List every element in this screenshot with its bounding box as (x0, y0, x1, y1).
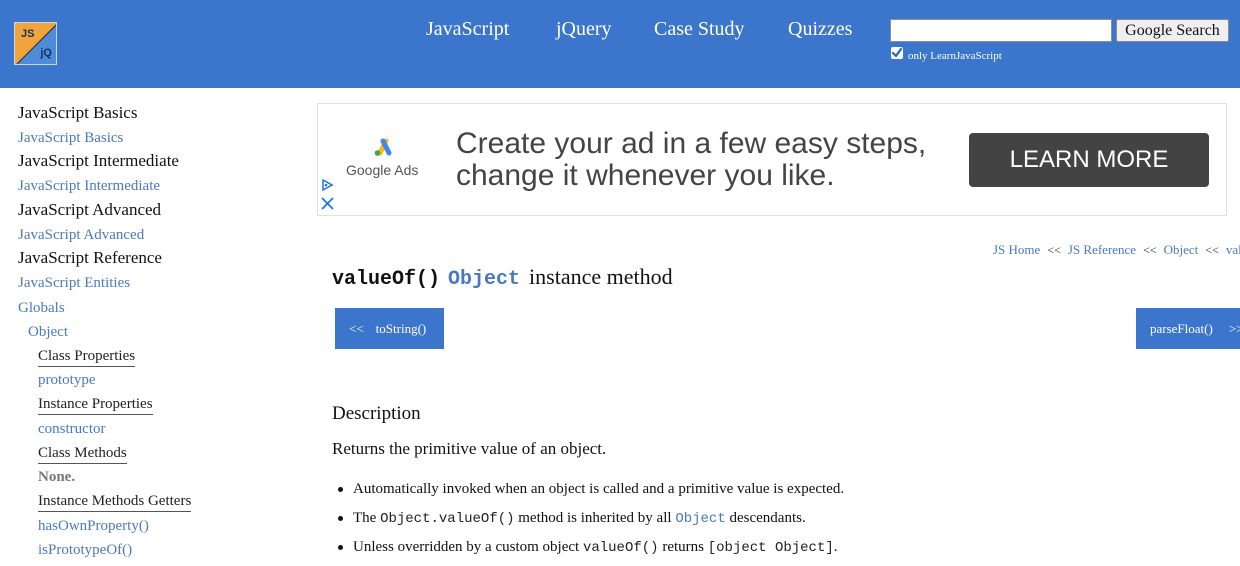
bullet-2-object-link[interactable]: Object (675, 511, 725, 527)
search-input[interactable] (890, 19, 1112, 42)
close-icon[interactable] (321, 197, 334, 215)
sidebar-heading-intermediate: JavaScript Intermediate (18, 151, 179, 170)
description-bullets: Automatically invoked when an object is … (336, 480, 844, 566)
breadcrumb-js-reference[interactable]: JS Reference (1068, 242, 1136, 257)
nav-case-study[interactable]: Case Study (654, 18, 745, 41)
sidebar-link-globals[interactable]: Globals (18, 299, 65, 317)
sidebar-link-intermediate[interactable]: JavaScript Intermediate (18, 177, 160, 195)
sidebar-link-advanced[interactable]: JavaScript Advanced (18, 226, 144, 244)
top-header: JS jQ JavaScript jQuery Case Study Quizz… (0, 0, 1240, 88)
learn-more-button[interactable]: LEARN MORE (969, 133, 1209, 187)
google-ads-icon (374, 138, 391, 156)
bullet-2-text-b: method is inherited by all (518, 510, 672, 526)
nav-quizzes[interactable]: Quizzes (788, 18, 852, 41)
sidebar-link-entities[interactable]: JavaScript Entities (18, 274, 130, 292)
description-heading: Description (332, 403, 421, 424)
site-logo[interactable]: JS jQ (14, 22, 57, 65)
prev-page-button[interactable]: << toString() (335, 308, 444, 349)
list-item: Unless overridden by a custom object val… (336, 538, 844, 556)
logo-jq-text: jQ (40, 47, 52, 59)
bullet-2-text-c: descendants. (729, 510, 806, 526)
sidebar-link-hasownproperty[interactable]: hasOwnProperty() (38, 517, 149, 535)
list-item: Automatically invoked when an object is … (336, 480, 844, 498)
bullet-2-text-a: The (353, 510, 377, 526)
nav-javascript[interactable]: JavaScript (426, 18, 509, 41)
breadcrumb-object[interactable]: Object (1164, 242, 1199, 257)
ad-headline-line-1: Create your ad in a few easy steps, (456, 127, 927, 160)
bullet-1-text: Automatically invoked when an object is … (353, 481, 845, 497)
title-method-name: valueOf() (332, 268, 441, 291)
only-learnjavascript-checkbox[interactable] (891, 47, 903, 59)
breadcrumb-separator: << (1143, 243, 1157, 257)
bullet-2-code: Object.valueOf() (380, 511, 515, 527)
breadcrumb-separator: << (1205, 243, 1219, 257)
ad-headline-line-2: change it whenever you like. (456, 159, 835, 192)
breadcrumb-js-home[interactable]: JS Home (993, 242, 1040, 257)
ad-headline: Create your ad in a few easy steps, chan… (456, 128, 956, 192)
sidebar-section-instance-methods-getters: Instance Methods Getters (38, 492, 192, 512)
sidebar-link-constructor[interactable]: constructor (38, 420, 105, 438)
sidebar-section-instance-properties: Instance Properties (38, 395, 153, 415)
sidebar-heading-reference: JavaScript Reference (18, 248, 162, 267)
sidebar-none-text: None. (38, 469, 76, 485)
bullet-3-text-b: returns (662, 539, 704, 555)
google-ads-logo: Google Ads (346, 138, 421, 178)
list-item: The Object.valueOf() method is inherited… (336, 509, 844, 527)
ad-choices-icon[interactable] (320, 178, 334, 197)
next-arrow: >> (1228, 321, 1240, 336)
sidebar-link-prototype[interactable]: prototype (38, 371, 96, 389)
title-object-link[interactable]: Object (448, 268, 520, 291)
breadcrumb-separator: << (1047, 243, 1061, 257)
page-title: valueOf() Object instance method (332, 264, 673, 291)
sidebar-link-basics[interactable]: JavaScript Basics (18, 129, 123, 147)
breadcrumb: JS Home << JS Reference << Object << valueOf() (993, 242, 1240, 258)
ad-choices-glyph (322, 178, 334, 192)
prev-page-label: toString() (375, 321, 427, 336)
close-glyph (321, 197, 334, 210)
next-page-button[interactable]: parseFloat() >> (1136, 308, 1240, 349)
description-text: Returns the primitive value of an object… (332, 439, 607, 458)
prev-arrow: << (349, 321, 364, 336)
google-ads-brand-text: Google Ads (346, 162, 419, 178)
bullet-3-text-c: . (833, 539, 838, 555)
sidebar-link-object[interactable]: Object (28, 323, 68, 341)
next-page-label: parseFloat() (1150, 321, 1213, 336)
sidebar-section-class-methods: Class Methods (38, 444, 127, 464)
bullet-3-code-2: [object Object] (707, 540, 834, 556)
sidebar-section-class-properties: Class Properties (38, 347, 136, 367)
title-suffix: instance method (529, 264, 673, 289)
breadcrumb-valueof[interactable]: valueOf() (1226, 242, 1240, 257)
nav-jquery[interactable]: jQuery (556, 18, 612, 41)
bullet-3-code-1: valueOf() (582, 540, 659, 556)
only-learnjavascript-label: only LearnJavaScript (908, 50, 1002, 62)
bullet-3-text-a: Unless overridden by a custom object (353, 539, 580, 555)
sidebar-link-isprototypeof[interactable]: isPrototypeOf() (38, 541, 132, 559)
sidebar-heading-advanced: JavaScript Advanced (18, 200, 162, 219)
checkmark-icon (891, 47, 903, 58)
logo-js-text: JS (21, 28, 35, 40)
sidebar-heading-basics: JavaScript Basics (18, 103, 138, 122)
google-ad-banner[interactable]: Google Ads Create your ad in a few easy … (317, 103, 1227, 216)
google-search-button[interactable]: Google Search (1116, 19, 1229, 42)
